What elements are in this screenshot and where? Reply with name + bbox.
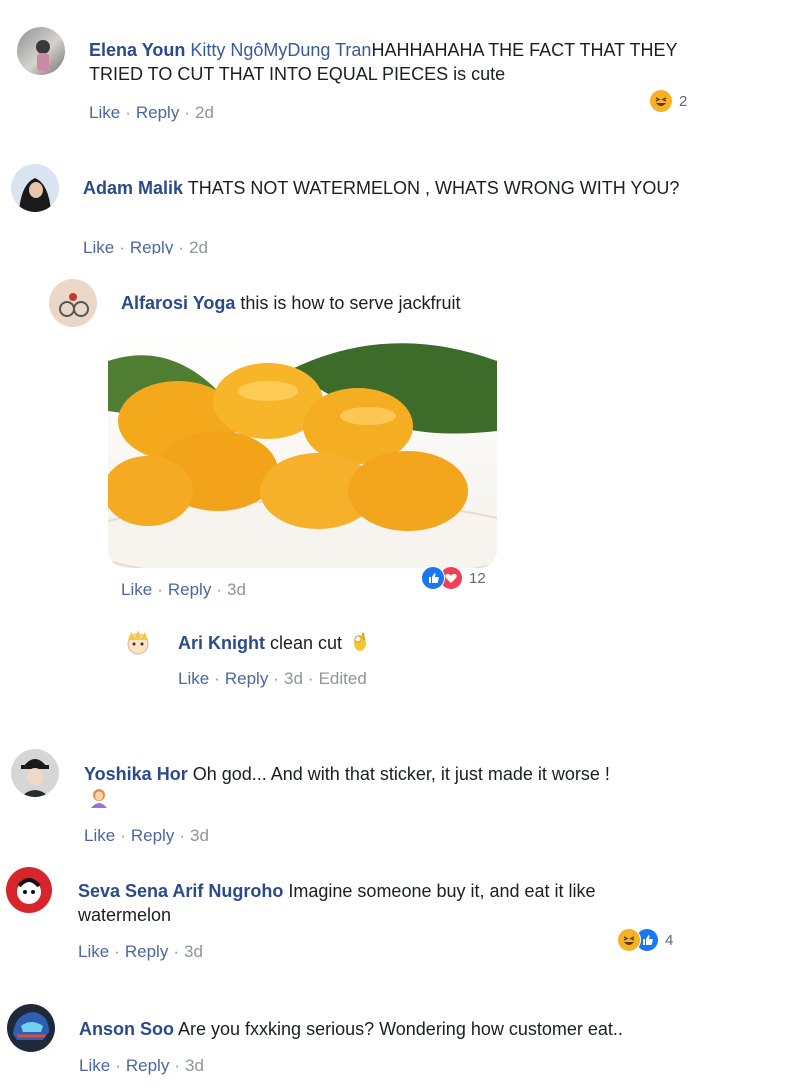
comment-attached-image[interactable] (108, 331, 497, 568)
like-icon (421, 566, 445, 590)
reaction-count: 2 (679, 92, 688, 110)
comment-body: Anson Soo Are you fxxking serious? Wonde… (79, 1017, 729, 1041)
avatar[interactable] (7, 1004, 55, 1052)
comment-author[interactable]: Yoshika Hor (84, 764, 188, 784)
comment-actions: Like · Reply · 3d (84, 826, 209, 845)
like-button[interactable]: Like (89, 103, 120, 122)
comment-text: Oh god... And with that sticker, it just… (192, 764, 610, 784)
reaction-summary[interactable]: 2 (649, 89, 687, 113)
comment-body: Ari Knight clean cut (178, 630, 678, 658)
reaction-summary[interactable]: 12 (421, 566, 486, 590)
haha-icon (617, 928, 641, 952)
actions-clip: Like · Reply · 2d (83, 238, 383, 254)
reaction-count: 12 (469, 569, 486, 587)
like-button[interactable]: Like (84, 826, 115, 845)
reaction-summary[interactable]: 4 (617, 928, 673, 952)
comment-body: Alfarosi Yoga this is how to serve jackf… (121, 291, 721, 315)
reply-button[interactable]: Reply (126, 1056, 169, 1075)
reply-button[interactable]: Reply (136, 103, 179, 122)
avatar[interactable] (5, 866, 53, 914)
woman-facepalming-icon (88, 786, 110, 813)
comment-actions: Like · Reply · 2d (83, 238, 208, 254)
comment-actions: Like · Reply · 3d (78, 942, 203, 961)
ok-hand-icon (351, 630, 369, 658)
reply-button[interactable]: Reply (125, 942, 168, 961)
edited-label: Edited (318, 669, 367, 688)
reply-button[interactable]: Reply (130, 238, 173, 254)
like-button[interactable]: Like (83, 238, 114, 254)
comment-author[interactable]: Seva Sena Arif Nugroho (78, 881, 283, 901)
comment-actions: Like · Reply · 2d (89, 103, 214, 122)
avatar[interactable] (122, 626, 154, 658)
avatar[interactable] (11, 164, 59, 212)
comment-author[interactable]: Anson Soo (79, 1019, 174, 1039)
reaction-count: 4 (665, 931, 674, 949)
avatar[interactable] (17, 27, 65, 75)
like-button[interactable]: Like (121, 580, 152, 599)
comment-text: clean cut (270, 633, 343, 653)
comment-author[interactable]: Adam Malik (83, 178, 183, 198)
comment-body: Seva Sena Arif Nugroho Imagine someone b… (78, 879, 678, 927)
comment-actions: Like · Reply · 3d (121, 580, 246, 599)
comment-text: THATS NOT WATERMELON , WHATS WRONG WITH … (187, 178, 680, 198)
comment-body: Elena Youn Kitty NgôMyDung TranHAHHAHAHA… (89, 38, 689, 86)
like-button[interactable]: Like (79, 1056, 110, 1075)
comment-author[interactable]: Ari Knight (178, 633, 265, 653)
comment-actions: Like · Reply · 3d · Edited (178, 669, 367, 688)
avatar[interactable] (11, 749, 59, 797)
avatar[interactable] (49, 279, 97, 327)
comment-body: Yoshika Hor Oh god... And with that stic… (84, 762, 704, 786)
comment-text: Are you fxxking serious? Wondering how c… (178, 1019, 623, 1039)
timestamp[interactable]: 3d (190, 826, 209, 845)
timestamp[interactable]: 3d (184, 942, 203, 961)
haha-icon (649, 89, 673, 113)
mention-link[interactable]: Kitty NgôMyDung Tran (190, 40, 371, 60)
comment-actions: Like · Reply · 3d (79, 1056, 204, 1075)
timestamp[interactable]: 3d (284, 669, 303, 688)
timestamp[interactable]: 2d (189, 238, 208, 254)
comment-body: Adam Malik THATS NOT WATERMELON , WHATS … (83, 176, 683, 200)
reply-button[interactable]: Reply (225, 669, 268, 688)
comment-text: this is how to serve jackfruit (240, 293, 461, 313)
like-button[interactable]: Like (78, 942, 109, 961)
like-button[interactable]: Like (178, 669, 209, 688)
reply-button[interactable]: Reply (168, 580, 211, 599)
comment-author[interactable]: Elena Youn (89, 40, 185, 60)
timestamp[interactable]: 2d (195, 103, 214, 122)
timestamp[interactable]: 3d (227, 580, 246, 599)
comment-author[interactable]: Alfarosi Yoga (121, 293, 235, 313)
timestamp[interactable]: 3d (185, 1056, 204, 1075)
reply-button[interactable]: Reply (131, 826, 174, 845)
